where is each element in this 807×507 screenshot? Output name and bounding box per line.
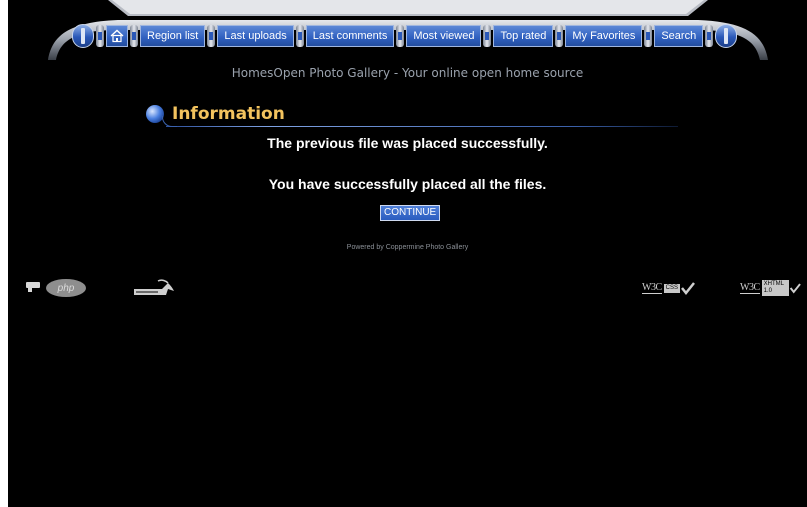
navbar-right-cap (715, 24, 738, 48)
checkmark-icon (790, 283, 802, 294)
blue-orb-icon (146, 105, 164, 123)
w3c-css-badge[interactable]: W3C CSS (642, 278, 704, 298)
navbar-separator (130, 25, 138, 47)
navbar-separator (96, 25, 104, 47)
home-button[interactable] (106, 25, 128, 47)
information-divider (162, 116, 678, 127)
main-navbar: Region list Last uploads Last comments M… (72, 24, 738, 48)
navbar-separator (483, 25, 492, 47)
continue-button[interactable]: CONTINUE (380, 205, 441, 221)
navbar-separator (705, 25, 714, 47)
w3c-css-mark: W3C (642, 282, 662, 294)
page-stage: Region list Last uploads Last comments M… (8, 0, 807, 507)
w3c-css-tag: CSS (663, 283, 680, 293)
nav-my-favorites[interactable]: My Favorites (565, 25, 643, 47)
info-message-previous-file: The previous file was placed successfull… (267, 135, 548, 151)
nav-last-comments[interactable]: Last comments (305, 25, 395, 47)
navbar-separator (555, 25, 564, 47)
navbar-separator (207, 25, 216, 47)
site-tagline: HomesOpen Photo Gallery - Your online op… (231, 66, 584, 80)
php-powered-badge[interactable]: php (24, 276, 88, 298)
w3c-xhtml-mark: W3C (740, 282, 760, 294)
w3c-xhtml-badge[interactable]: W3C XHTML 1.0 (740, 278, 802, 298)
navbar-separator (396, 25, 405, 47)
navbar-separator (295, 25, 304, 47)
info-message-all-files: You have successfully placed all the fil… (268, 176, 547, 192)
navbar-left-cap (72, 24, 94, 48)
w3c-css-logo: W3C CSS (642, 278, 704, 298)
nav-search[interactable]: Search (654, 25, 704, 47)
mysql-dolphin-icon (134, 279, 174, 295)
mysql-powered-badge[interactable] (132, 275, 178, 299)
navbar-separator (644, 25, 653, 47)
php-logo-icon: php (26, 279, 86, 297)
nav-top-rated[interactable]: Top rated (493, 25, 554, 47)
svg-text:php: php (57, 283, 75, 294)
nav-last-uploads[interactable]: Last uploads (217, 25, 294, 47)
information-title: Information (172, 104, 285, 124)
powered-by-link[interactable]: Powered by Coppermine Photo Gallery (8, 244, 807, 251)
home-icon (110, 29, 124, 43)
w3c-xhtml-tag: XHTML 1.0 (761, 280, 790, 296)
checkmark-icon (680, 282, 695, 295)
nav-region-list[interactable]: Region list (140, 25, 206, 47)
nav-most-viewed[interactable]: Most viewed (406, 25, 482, 47)
w3c-xhtml-logo: W3C XHTML 1.0 (740, 278, 802, 298)
